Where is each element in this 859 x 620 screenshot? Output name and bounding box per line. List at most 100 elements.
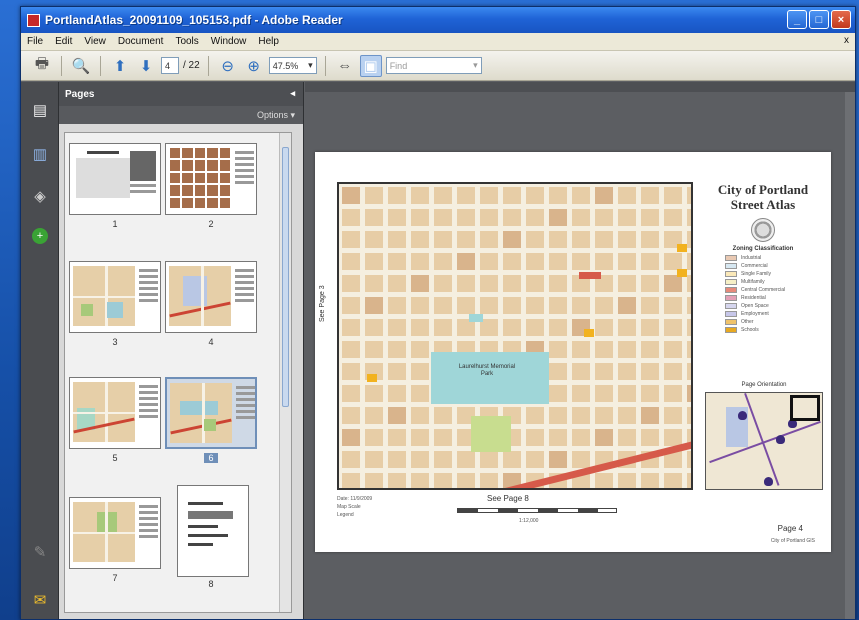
city-block (618, 253, 636, 270)
city-block (595, 429, 613, 446)
legend-rows: Industrial Commercial Single Family Multifa… (707, 255, 819, 333)
city-block (572, 363, 590, 380)
page-thumbnail-4[interactable] (165, 261, 257, 333)
previous-page-icon[interactable]: ⬆ (109, 55, 131, 77)
attachments-icon[interactable]: ▥ (30, 144, 50, 164)
fit-page-icon[interactable]: ▣ (359, 54, 382, 77)
menu-document[interactable]: Document (118, 36, 164, 47)
city-block (687, 385, 691, 402)
maximize-button[interactable]: □ (809, 10, 829, 29)
city-block (342, 407, 360, 424)
layers-icon[interactable]: ◈ (30, 186, 50, 206)
thumbnail-map (73, 266, 135, 326)
city-block (365, 275, 383, 292)
page-thumbnail-1[interactable] (69, 143, 161, 215)
city-block (618, 473, 636, 488)
menu-tools[interactable]: Tools (175, 36, 198, 47)
document-page: Laurelhurst Memorial Park See Page 3 Cit… (315, 152, 831, 552)
city-block (480, 209, 498, 226)
thumbnail-legend (130, 148, 156, 208)
city-block (687, 341, 691, 358)
close-button[interactable]: × (831, 10, 851, 29)
page-thumbnail-8[interactable] (177, 485, 249, 577)
city-block (618, 363, 636, 380)
panel-title: Pages (65, 88, 95, 100)
menu-view[interactable]: View (84, 36, 106, 47)
thumbnail-label-2: 2 (208, 219, 214, 229)
scrollbar-thumb[interactable] (282, 147, 289, 407)
search-icon[interactable]: 🔍 (70, 55, 92, 77)
page-thumbnail-5[interactable] (69, 377, 161, 449)
city-block (618, 341, 636, 358)
page-total: / 22 (183, 60, 200, 71)
menu-help[interactable]: Help (258, 36, 279, 47)
city-block (549, 407, 567, 424)
city-block (434, 209, 452, 226)
comments-icon[interactable]: ✉ (30, 590, 50, 610)
city-block (365, 319, 383, 336)
page-thumbnail-3[interactable] (69, 261, 161, 333)
thumbnail-scrollbar[interactable] (279, 133, 291, 612)
find-input[interactable]: Find ▾ (385, 57, 482, 74)
city-block (572, 451, 590, 468)
city-block (480, 473, 498, 488)
next-page-icon[interactable]: ⬇ (135, 55, 157, 77)
legend-label: Multifamily (741, 279, 765, 285)
city-block (641, 253, 659, 270)
add-icon[interactable]: + (32, 228, 48, 244)
city-block (549, 319, 567, 336)
legend-swatch (725, 295, 737, 301)
city-block (411, 319, 429, 336)
fit-width-icon[interactable]: ⇔ (334, 55, 356, 77)
city-block (411, 363, 429, 380)
legend-swatch (725, 255, 737, 261)
pen-icon[interactable]: ✎ (30, 542, 50, 562)
zoom-out-icon[interactable]: ⊖ (217, 55, 239, 77)
city-block (388, 187, 406, 204)
city-block (641, 429, 659, 446)
legend-row: Central Commercial (725, 287, 819, 293)
city-block (664, 253, 682, 270)
zoom-select[interactable]: 47.5% ▾ (268, 57, 317, 74)
legend-swatch (725, 311, 737, 317)
street-map[interactable]: Laurelhurst Memorial Park (337, 182, 693, 490)
map-feature (584, 329, 594, 337)
city-block (687, 451, 691, 468)
legend-row: Commercial (725, 263, 819, 269)
page-thumbnail-2[interactable] (165, 143, 257, 215)
page-number-input[interactable]: 4 (161, 57, 179, 74)
zoom-in-icon[interactable]: ⊕ (243, 55, 265, 77)
viewer-scrollbar[interactable] (845, 92, 855, 619)
city-block (618, 385, 636, 402)
collapse-icon[interactable]: ◂ (290, 88, 295, 99)
overview-selection (790, 395, 820, 421)
menu-file[interactable]: File (27, 36, 43, 47)
legend-row: Single Family (725, 271, 819, 277)
document-close-icon[interactable]: x (844, 35, 849, 46)
minimize-button[interactable]: _ (787, 10, 807, 29)
city-block (664, 319, 682, 336)
legend-swatch (725, 303, 737, 309)
city-block (687, 407, 691, 424)
city-block (526, 275, 544, 292)
page-thumbnail-7[interactable] (69, 497, 161, 569)
toolbar-separator (100, 55, 101, 76)
city-block (388, 275, 406, 292)
print-icon[interactable]: 🖶 (31, 55, 53, 77)
menu-edit[interactable]: Edit (55, 36, 72, 47)
map-feature (579, 272, 601, 279)
menu-window[interactable]: Window (211, 36, 247, 47)
city-block (388, 473, 406, 488)
city-block (503, 297, 521, 314)
menu-bar: File Edit View Document Tools Window Hel… (21, 33, 855, 51)
city-block (664, 297, 682, 314)
city-block (618, 297, 636, 314)
reader-window: PortlandAtlas_20091109_105153.pdf - Adob… (20, 6, 856, 620)
title-bar[interactable]: PortlandAtlas_20091109_105153.pdf - Adob… (21, 7, 855, 33)
thumbnail-map (169, 266, 231, 326)
options-menu[interactable]: Options ▾ (59, 106, 303, 124)
page-thumbnail-6[interactable] (165, 377, 257, 449)
city-block (664, 385, 682, 402)
pages-icon[interactable]: ▤ (30, 100, 50, 120)
atlas-title: City of Portland (717, 182, 809, 197)
